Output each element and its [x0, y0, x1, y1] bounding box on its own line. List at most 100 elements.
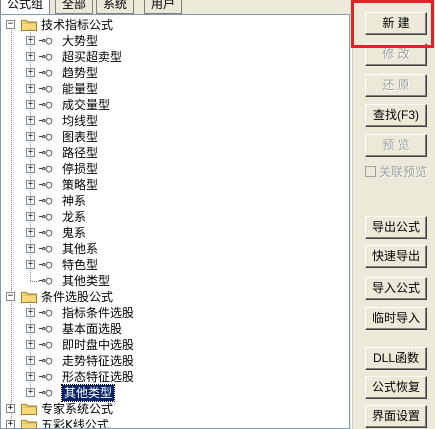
- collapse-icon[interactable]: −: [6, 20, 15, 29]
- tree-item-label: 即时盘中选股: [62, 338, 135, 352]
- formula-key-icon: ⊸○: [39, 338, 53, 351]
- tab-all[interactable]: 全部: [55, 0, 94, 14]
- formula-key-icon: ⊸○: [39, 306, 53, 319]
- tree-item[interactable]: + ⊸○ 特色型: [1, 257, 341, 273]
- tree-item[interactable]: + ⊸○ 龙系: [1, 209, 341, 225]
- preview-button[interactable]: 预 览: [365, 134, 427, 157]
- tree-item-label: 神系: [62, 194, 87, 208]
- tree-item-label: 能量型: [62, 82, 99, 96]
- formula-key-icon: ⊸○: [39, 194, 53, 207]
- formula-tree[interactable]: − 技术指标公式 + ⊸○ 大势型 + ⊸○ 超买超卖型 + ⊸○ 趋势型 + ⊸○ 能量型 + ⊸○ 成交量型…: [0, 14, 350, 429]
- new-button[interactable]: 新 建: [365, 12, 427, 35]
- tree-item[interactable]: + ⊸○ 趋势型: [1, 65, 341, 81]
- tree-item[interactable]: + ⊸○ 指标条件选股: [1, 305, 341, 321]
- tree-item[interactable]: + ⊸○ 成交量型: [1, 97, 341, 113]
- formula-key-icon: ⊸○: [39, 66, 53, 79]
- formula-key-icon: ⊸○: [39, 82, 53, 95]
- tree-group-label: 五彩K线公式: [41, 418, 109, 429]
- formula-key-icon: ⊸○: [39, 226, 53, 239]
- checkbox-box[interactable]: [365, 166, 376, 177]
- dll-function-button[interactable]: DLL函数: [365, 347, 427, 370]
- restore-button[interactable]: 还 原: [365, 74, 427, 97]
- tree-item[interactable]: + ⊸○ 走势特征选股: [1, 353, 341, 369]
- tree-item-label: 鬼系: [62, 226, 87, 240]
- formula-key-icon: ⊸○: [39, 34, 53, 47]
- import-formula-button[interactable]: 导入公式: [365, 277, 427, 300]
- modify-button[interactable]: 修 改: [365, 43, 427, 66]
- tree-item-label: 停损型: [62, 162, 99, 176]
- tree-item-label: 形态特征选股: [62, 370, 135, 384]
- tree-group-label: 技术指标公式: [41, 18, 114, 32]
- tree-item-label: 其他类型: [62, 274, 111, 288]
- tree-item[interactable]: + ⊸○ 基本面选股: [1, 321, 341, 337]
- quick-export-button[interactable]: 快速导出: [365, 245, 427, 268]
- tab-bar: 公式组 全部 系统 用户: [0, 0, 350, 14]
- formula-key-icon: ⊸○: [39, 258, 53, 271]
- tree-item-label: 基本面选股: [62, 322, 123, 336]
- panel-divider: [351, 0, 353, 429]
- tree-item-label: 超买超卖型: [62, 50, 123, 64]
- tree-item[interactable]: ⊸○ 其他类型: [1, 273, 341, 289]
- tree-item-label: 特色型: [62, 258, 99, 272]
- tree-connector: [30, 281, 39, 282]
- tree-group[interactable]: + 专家系统公式: [1, 401, 341, 417]
- tree-item[interactable]: + ⊸○ 神系: [1, 193, 341, 209]
- linked-preview-label: 关联预览: [379, 165, 428, 179]
- formula-key-icon: ⊸○: [39, 130, 53, 143]
- formula-key-icon: ⊸○: [39, 354, 53, 367]
- expand-icon[interactable]: +: [6, 404, 15, 413]
- tree-item[interactable]: + ⊸○ 停损型: [1, 161, 341, 177]
- formula-key-icon: ⊸○: [39, 370, 53, 383]
- formula-key-icon: ⊸○: [39, 322, 53, 335]
- tree-item[interactable]: + ⊸○ 策略型: [1, 177, 341, 193]
- tree-item[interactable]: + ⊸○ 能量型: [1, 81, 341, 97]
- tree-group-label: 条件选股公式: [41, 290, 114, 304]
- tree-item[interactable]: + ⊸○ 其他类型: [1, 384, 341, 402]
- tree-item[interactable]: + ⊸○ 大势型: [1, 33, 341, 49]
- tree-item-label: 趋势型: [62, 66, 99, 80]
- formula-recover-button[interactable]: 公式恢复: [365, 376, 427, 399]
- tree-group[interactable]: + 五彩K线公式: [1, 417, 341, 429]
- tree-item[interactable]: + ⊸○ 形态特征选股: [1, 369, 341, 385]
- tree-item-label: 龙系: [62, 210, 87, 224]
- tree-item-label: 大势型: [62, 34, 99, 48]
- tree-item[interactable]: + ⊸○ 其他系: [1, 241, 341, 257]
- tree-item[interactable]: + ⊸○ 鬼系: [1, 225, 341, 241]
- tree-item-label: 成交量型: [62, 98, 111, 112]
- formula-key-icon: ⊸○: [39, 162, 53, 175]
- tab-system[interactable]: 系统: [96, 0, 135, 14]
- ui-settings-button[interactable]: 界面设置: [365, 405, 427, 428]
- tree-connector: [30, 29, 31, 281]
- tree-group[interactable]: − 技术指标公式: [1, 17, 341, 33]
- formula-key-icon: ⊸○: [39, 146, 53, 159]
- folder-icon: [21, 19, 37, 31]
- tree-item[interactable]: + ⊸○ 路径型: [1, 145, 341, 161]
- folder-icon: [21, 291, 37, 303]
- tree-group[interactable]: − 条件选股公式: [1, 289, 341, 305]
- formula-key-icon: ⊸○: [39, 114, 53, 127]
- tree-group-label: 专家系统公式: [41, 402, 114, 416]
- formula-key-icon: ⊸○: [39, 242, 53, 255]
- formula-key-icon: ⊸○: [39, 274, 53, 287]
- find-button[interactable]: 查找(F3): [365, 104, 427, 127]
- tree-item[interactable]: + ⊸○ 即时盘中选股: [1, 337, 341, 353]
- tree-item[interactable]: + ⊸○ 图表型: [1, 129, 341, 145]
- formula-key-icon: ⊸○: [39, 98, 53, 111]
- tree-item-label: 其他类型: [60, 384, 116, 402]
- folder-icon: [21, 403, 37, 415]
- tab-user[interactable]: 用户: [144, 0, 183, 14]
- export-formula-button[interactable]: 导出公式: [365, 216, 427, 239]
- tree-item-label: 图表型: [62, 130, 99, 144]
- tab-formula-group[interactable]: 公式组: [0, 0, 51, 14]
- expand-icon[interactable]: +: [6, 420, 15, 428]
- tree-item-label: 指标条件选股: [62, 306, 135, 320]
- formula-key-icon: ⊸○: [39, 50, 53, 63]
- tree-item[interactable]: + ⊸○ 超买超卖型: [1, 49, 341, 65]
- tree-connector: [30, 301, 31, 393]
- formula-key-icon: ⊸○: [39, 386, 53, 399]
- tree-item-label: 其他系: [62, 242, 99, 256]
- tree-item[interactable]: + ⊸○ 均线型: [1, 113, 341, 129]
- temp-import-button[interactable]: 临时导入: [365, 307, 427, 330]
- collapse-icon[interactable]: −: [6, 292, 15, 301]
- tree-item-label: 走势特征选股: [62, 354, 135, 368]
